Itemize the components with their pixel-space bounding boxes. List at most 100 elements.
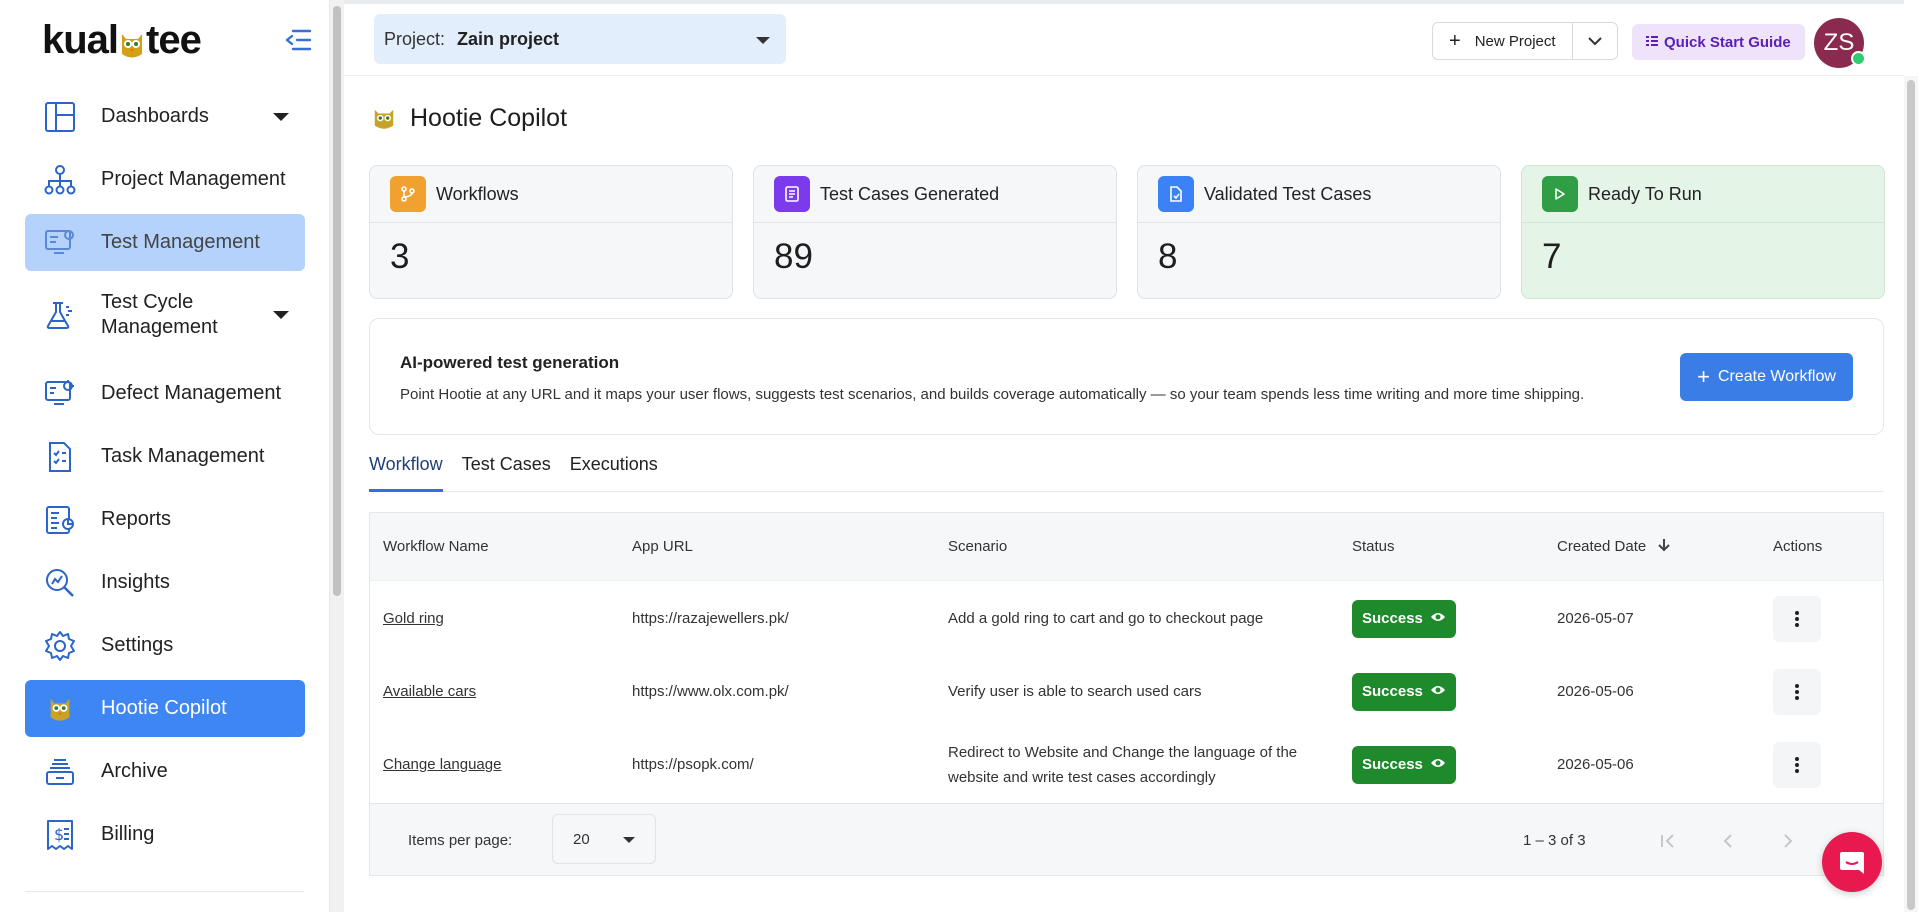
stat-card-test-cases-generated: Test Cases Generated 89 (753, 165, 1117, 299)
archive-icon (43, 755, 77, 789)
new-project-options-button[interactable] (1573, 23, 1617, 59)
stat-card-header: Validated Test Cases (1138, 166, 1500, 223)
scenario-cell: Redirect to Website and Change the langu… (948, 743, 1298, 786)
column-header-workflow-name[interactable]: Workflow Name (383, 538, 489, 555)
ai-card-title: AI-powered test generation (400, 353, 620, 372)
sidebar-scrollbar-thumb[interactable] (333, 6, 341, 596)
tab-test-cases[interactable]: Test Cases (462, 450, 551, 491)
sidebar-item-settings[interactable]: Settings (25, 617, 305, 674)
dropdown-arrow-icon (623, 837, 635, 843)
sidebar-item-task-management[interactable]: Task Management (25, 428, 305, 485)
sidebar-item-archive[interactable]: Archive (25, 743, 305, 800)
project-select[interactable]: Project: Zain project (374, 14, 786, 64)
column-header-created-date[interactable]: Created Date (1557, 538, 1671, 556)
chat-launcher-button[interactable] (1822, 832, 1882, 892)
sidebar-item-hootie-copilot[interactable]: Hootie Copilot (25, 680, 305, 737)
column-header-app-url[interactable]: App URL (632, 538, 693, 555)
chevron-right-icon (1784, 834, 1793, 848)
stat-value: 8 (1158, 237, 1178, 276)
sidebar-item-label: Hootie Copilot (101, 697, 227, 719)
plus-icon: + (1697, 364, 1710, 389)
page-title: Hootie Copilot (410, 104, 568, 132)
app-url-cell: https://psopk.com/ (632, 756, 754, 773)
eye-icon (1430, 756, 1446, 773)
checklist-icon (43, 440, 77, 474)
sidebar-item-label: Project Management (101, 168, 286, 190)
column-header-scenario[interactable]: Scenario (948, 538, 1007, 555)
items-per-page-select[interactable]: 20 (552, 814, 656, 864)
eye-icon (1430, 610, 1446, 627)
bug-monitor-icon (43, 377, 77, 411)
sidebar-item-label: Dashboards (101, 105, 209, 127)
sidebar-item-reports[interactable]: Reports (25, 491, 305, 548)
created-date-cell: 2026-05-07 (1557, 610, 1634, 627)
plus-icon: + (1449, 30, 1461, 52)
sidebar-item-label: Billing (101, 823, 155, 845)
quick-start-label: Quick Start Guide (1664, 33, 1791, 51)
app-root: kual tee Dashboards Project Management T… (0, 0, 1918, 912)
new-project-button[interactable]: + New Project (1433, 23, 1573, 59)
create-workflow-label: Create Workflow (1717, 368, 1836, 385)
app-url-cell: https://razajewellers.pk/ (632, 610, 789, 627)
stat-value: 89 (774, 237, 813, 276)
logo-row: kual tee (42, 18, 312, 62)
workflow-name-link[interactable]: Gold ring (383, 610, 444, 627)
org-chart-icon (43, 163, 77, 197)
status-badge[interactable]: Success (1352, 599, 1456, 638)
eye-icon (1430, 683, 1446, 700)
row-actions-button[interactable] (1773, 668, 1821, 715)
avatar[interactable]: ZS (1814, 18, 1866, 68)
column-header-status[interactable]: Status (1352, 538, 1395, 555)
sidebar-item-label: Task Management (101, 445, 265, 467)
first-page-button[interactable] (1653, 826, 1683, 856)
sidebar-item-dashboards[interactable]: Dashboards (25, 88, 305, 145)
sidebar-item-billing[interactable]: $ Billing (25, 806, 305, 863)
avatar-initials: ZS (1823, 29, 1855, 56)
sidebar-item-label: Settings (101, 634, 174, 656)
play-icon (1542, 176, 1578, 212)
stat-card-workflows: Workflows 3 (369, 165, 733, 299)
sidebar-item-label: Test Management (101, 231, 260, 253)
owl-icon (43, 692, 77, 726)
chevron-down-icon (273, 112, 289, 121)
workflow-name-link[interactable]: Change language (383, 756, 501, 773)
branch-icon (390, 176, 426, 212)
sidebar-divider (25, 891, 304, 892)
sidebar-item-defect-management[interactable]: Defect Management (25, 365, 305, 422)
table-row: Gold ring https://razajewellers.pk/ Add … (370, 582, 1883, 655)
more-vertical-icon (1795, 610, 1799, 627)
tab-workflow[interactable]: Workflow (369, 450, 443, 492)
sidebar-item-project-management[interactable]: Project Management (25, 151, 305, 208)
column-header-actions: Actions (1773, 538, 1823, 555)
document-icon (774, 176, 810, 212)
sidebar-item-test-management[interactable]: Test Management (25, 214, 305, 271)
page-header: Hootie Copilot (372, 104, 567, 133)
flask-icon (43, 298, 77, 332)
main-content: Project: Zain project + New Project Quic… (344, 0, 1918, 912)
previous-page-button[interactable] (1713, 826, 1743, 856)
sidebar-item-label: Reports (101, 508, 172, 530)
owl-logo-icon (119, 25, 145, 58)
status-badge[interactable]: Success (1352, 672, 1456, 711)
guide-icon (1646, 34, 1658, 51)
scenario-cell: Add a gold ring to cart and go to checko… (948, 610, 1264, 627)
stat-label: Workflows (436, 183, 519, 204)
main-scrollbar-thumb[interactable] (1907, 80, 1915, 910)
sidebar-item-label: Insights (101, 571, 170, 593)
sidebar-item-insights[interactable]: Insights (25, 554, 305, 611)
workflow-name-link[interactable]: Available cars (383, 683, 476, 700)
collapse-sidebar-button[interactable] (284, 26, 312, 54)
sort-descending-icon[interactable] (1658, 538, 1671, 556)
quick-start-guide-button[interactable]: Quick Start Guide (1632, 24, 1805, 60)
online-status-dot (1851, 51, 1866, 66)
tab-executions[interactable]: Executions (570, 450, 658, 491)
next-page-button[interactable] (1773, 826, 1803, 856)
row-actions-button[interactable] (1773, 741, 1821, 788)
project-value: Zain project (457, 28, 560, 49)
create-workflow-button[interactable]: + Create Workflow (1680, 353, 1853, 401)
row-actions-button[interactable] (1773, 595, 1821, 642)
status-badge[interactable]: Success (1352, 745, 1456, 784)
ai-card-description: Point Hootie at any URL and it maps your… (400, 386, 1585, 403)
table-header: Workflow Name App URL Scenario Status Cr… (370, 513, 1883, 581)
sidebar-item-test-cycle-management[interactable]: Test Cycle Management (25, 277, 305, 353)
